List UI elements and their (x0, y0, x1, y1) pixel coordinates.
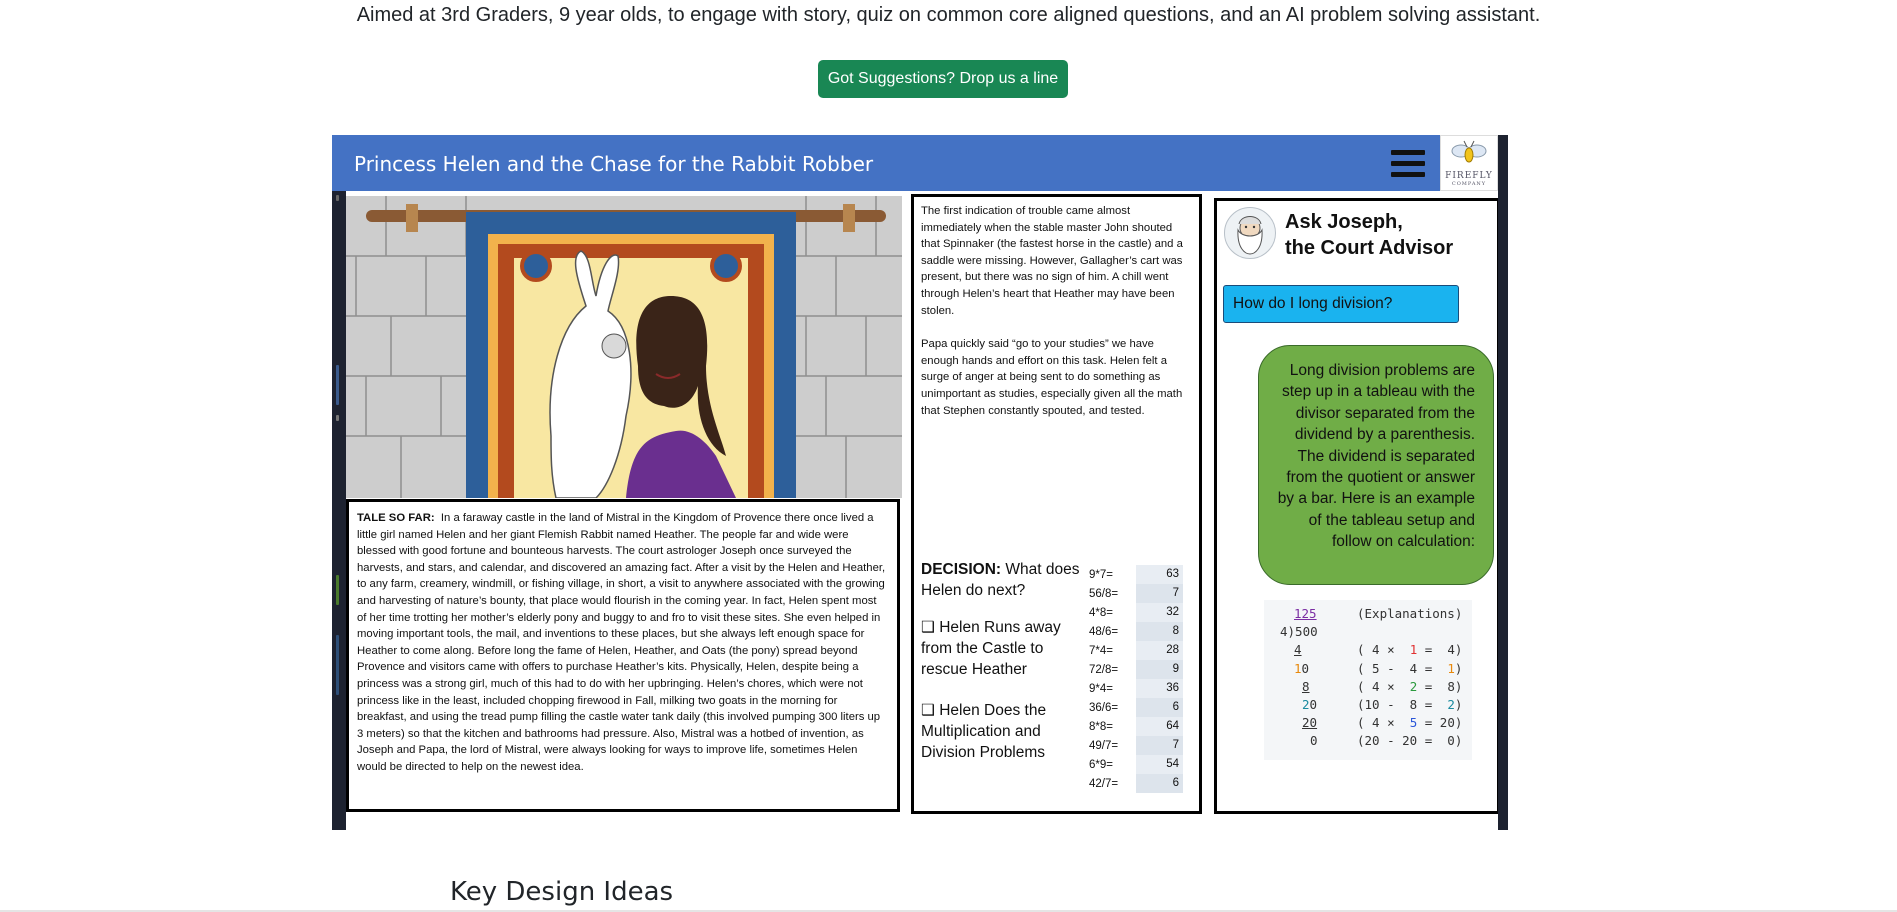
firefly-icon (1451, 140, 1487, 163)
math-facts-table: 9*7= 63 56/8= 7 4*8= 32 48/6= 8 7*4= 28 72/8= 9 9*4=… (1088, 565, 1185, 793)
option-math-problems-label: Helen Does the Multiplication and Divisi… (921, 702, 1047, 761)
math-expression: 8*8= (1089, 720, 1113, 733)
option-run-away-label: Helen Runs away from the Castle to rescu… (921, 619, 1061, 678)
math-expression: 42/7= (1089, 777, 1119, 790)
math-answer[interactable]: 9 (1136, 660, 1183, 679)
math-expression: 49/7= (1089, 739, 1119, 752)
math-answer[interactable]: 7 (1136, 584, 1183, 603)
hamburger-menu-icon[interactable] (1391, 150, 1425, 178)
math-table-row: 36/6= 6 (1088, 698, 1185, 717)
math-answer[interactable]: 8 (1136, 622, 1183, 641)
advisor-panel: Ask Joseph, the Court Advisor How do I l… (1214, 198, 1500, 814)
math-answer[interactable]: 63 (1136, 565, 1183, 584)
story-paragraph-1: The first indication of trouble came alm… (921, 205, 1183, 317)
math-expression: 6*9= (1089, 758, 1113, 771)
math-table-row: 8*8= 64 (1088, 717, 1185, 736)
advisor-question-input[interactable]: How do I long division? (1223, 285, 1459, 323)
math-table-row: 48/6= 8 (1088, 622, 1185, 641)
math-answer[interactable]: 54 (1136, 755, 1183, 774)
math-expression: 72/8= (1089, 663, 1119, 676)
checkbox-icon[interactable]: ❑ (921, 702, 935, 719)
math-expression: 56/8= (1089, 587, 1119, 600)
tale-text: In a faraway castle in the land of Mistr… (357, 512, 886, 773)
right-rail (1498, 135, 1508, 830)
suggestions-button[interactable]: Got Suggestions? Drop us a line (818, 60, 1068, 98)
story-paragraph-2: Papa quickly said “go to your studies” w… (921, 338, 1183, 417)
math-table-row: 49/7= 7 (1088, 736, 1185, 755)
math-answer[interactable]: 64 (1136, 717, 1183, 736)
advisor-title: Ask Joseph, the Court Advisor (1285, 211, 1454, 259)
left-rail (332, 135, 346, 830)
math-answer[interactable]: 6 (1136, 774, 1183, 793)
math-table-row: 72/8= 9 (1088, 660, 1185, 679)
math-table-row: 4*8= 32 (1088, 603, 1185, 622)
story-continuation-panel: The first indication of trouble came alm… (911, 194, 1202, 814)
math-expression: 9*4= (1089, 682, 1113, 695)
tale-label: TALE SO FAR: (357, 512, 435, 524)
math-expression: 9*7= (1089, 568, 1113, 581)
math-answer[interactable]: 6 (1136, 698, 1183, 717)
story-app-frame: Princess Helen and the Chase for the Rab… (332, 135, 1508, 830)
math-table-row: 42/7= 6 (1088, 774, 1185, 793)
math-answer[interactable]: 28 (1136, 641, 1183, 660)
math-table-row: 6*9= 54 (1088, 755, 1185, 774)
section-heading: Key Design Ideas (450, 877, 674, 907)
math-expression: 4*8= (1089, 606, 1113, 619)
math-expression: 36/6= (1089, 701, 1119, 714)
math-table-row: 9*4= 36 (1088, 679, 1185, 698)
page-tagline: Aimed at 3rd Graders, 9 year olds, to en… (356, 4, 1541, 26)
long-division-tableau: 125 (Explanations) 4)500 4( 4 × 1 = 4) 10… (1264, 600, 1472, 760)
math-expression: 7*4= (1089, 644, 1113, 657)
math-table-row: 9*7= 63 (1088, 565, 1185, 584)
math-answer[interactable]: 7 (1136, 736, 1183, 755)
tableau-quotient: 125 (1294, 606, 1317, 621)
option-math-problems[interactable]: ❑ Helen Does the Multiplication and Divi… (921, 700, 1081, 763)
math-table-row: 56/8= 7 (1088, 584, 1185, 603)
math-answer[interactable]: 36 (1136, 679, 1183, 698)
app-title: Princess Helen and the Chase for the Rab… (354, 152, 874, 176)
princess-rabbit-illustration (346, 196, 902, 498)
math-answer[interactable]: 32 (1136, 603, 1183, 622)
option-run-away[interactable]: ❑ Helen Runs away from the Castle to res… (921, 617, 1081, 680)
tale-so-far-box: TALE SO FAR: In a faraway castle in the … (346, 499, 900, 812)
tableau-division: 4)500 (1280, 624, 1318, 640)
advisor-answer-bubble: Long division problems are step up in a … (1258, 345, 1494, 585)
checkbox-icon[interactable]: ❑ (921, 619, 935, 636)
decision-label: DECISION: (921, 561, 1002, 578)
math-table-row: 7*4= 28 (1088, 641, 1185, 660)
logo-text: FIREFLY COMPANY (1445, 171, 1493, 187)
math-expression: 48/6= (1089, 625, 1119, 638)
joseph-avatar (1224, 207, 1276, 259)
decision-block: DECISION: What does Helen do next? ❑ Hel… (921, 559, 1081, 783)
app-header: Princess Helen and the Chase for the Rab… (332, 135, 1440, 191)
tableau-header: (Explanations) (1357, 606, 1463, 621)
firefly-logo: FIREFLY COMPANY (1440, 135, 1498, 191)
